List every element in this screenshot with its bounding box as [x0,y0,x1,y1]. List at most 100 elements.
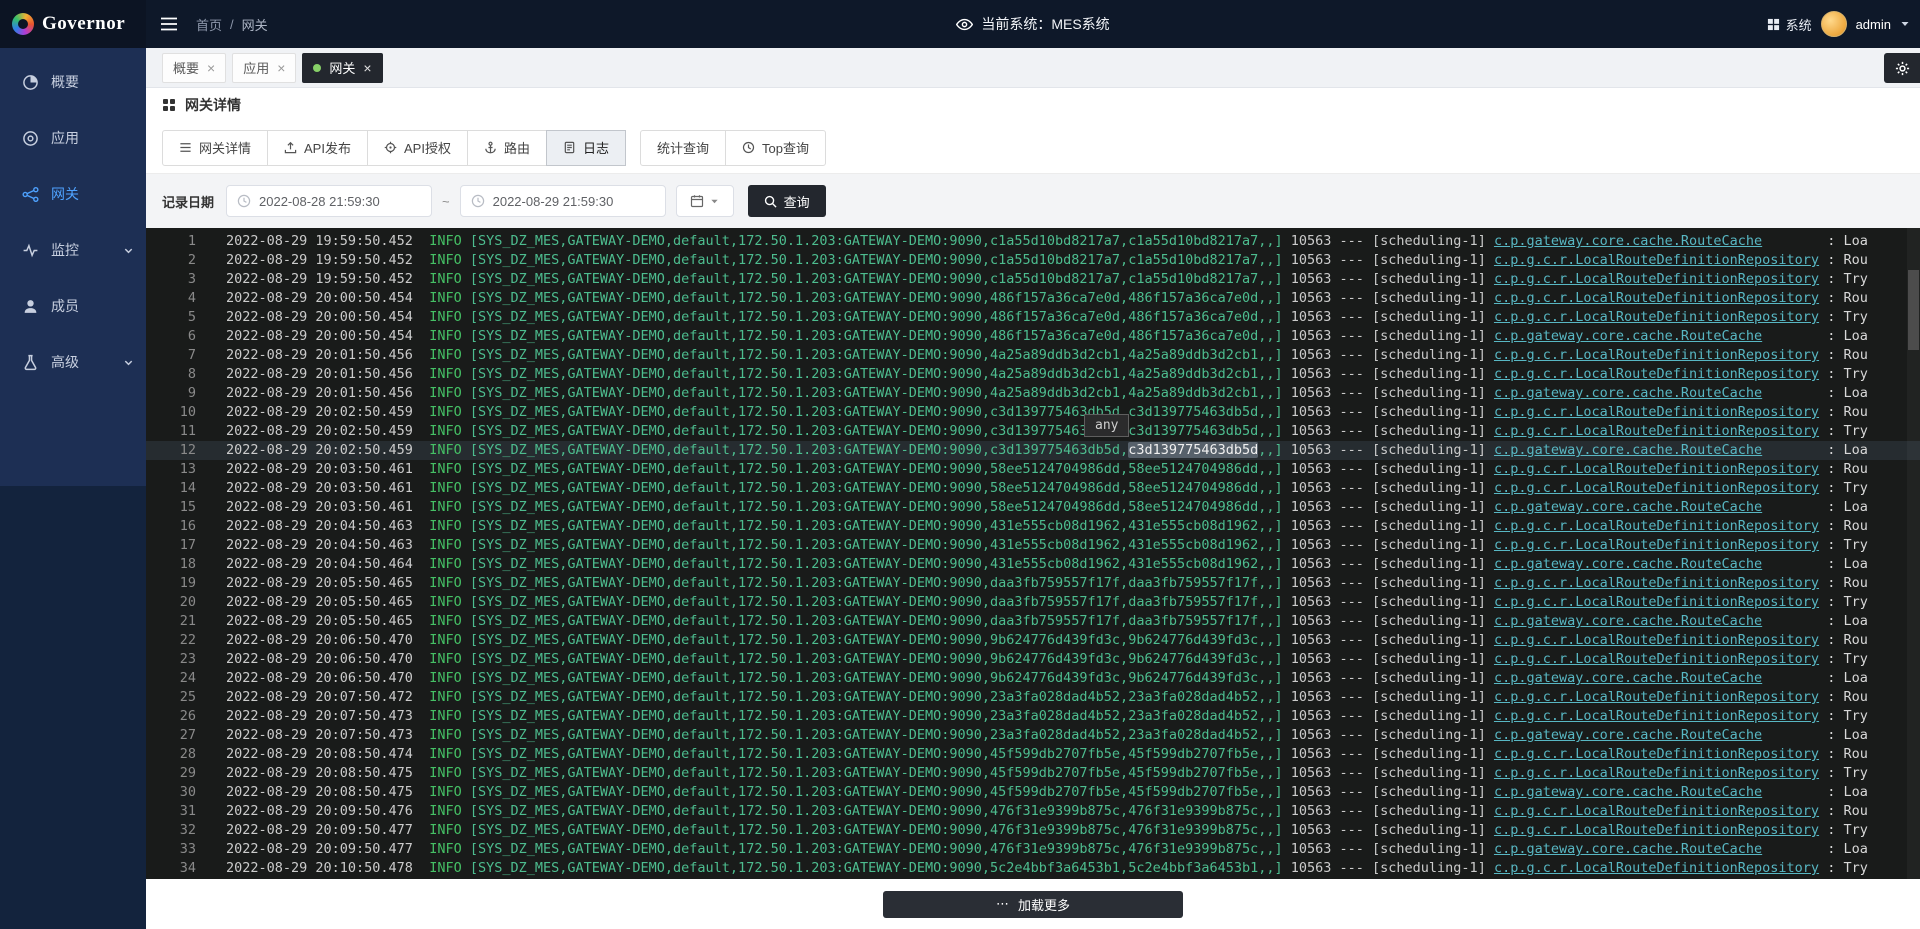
log-line[interactable]: 172022-08-29 20:04:50.463 INFO [SYS_DZ_M… [146,536,1920,555]
quick-range-dropdown[interactable] [676,185,734,217]
scrollbar-thumb[interactable] [1908,270,1919,350]
log-line[interactable]: 112022-08-29 20:02:50.459 INFO [SYS_DZ_M… [146,422,1920,441]
log-line-number[interactable]: 34 [146,859,196,878]
close-icon[interactable]: × [277,61,285,75]
log-line[interactable]: 72022-08-29 20:01:50.456 INFO [SYS_DZ_ME… [146,346,1920,365]
log-line-number[interactable]: 6 [146,327,196,346]
log-line-number[interactable]: 5 [146,308,196,327]
log-line-number[interactable]: 12 [146,441,196,460]
subtab-route[interactable]: 路由 [467,130,547,166]
log-line-number[interactable]: 10 [146,403,196,422]
load-more-button[interactable]: ⋯ 加载更多 [883,891,1183,918]
sidebar-item-monitor[interactable]: 监控 [0,222,146,278]
log-line[interactable]: 282022-08-29 20:08:50.474 INFO [SYS_DZ_M… [146,745,1920,764]
start-date-input[interactable] [226,185,432,217]
log-line-number[interactable]: 33 [146,840,196,859]
log-scrollbar[interactable] [1907,228,1920,879]
subtab-api-auth[interactable]: API授权 [367,130,468,166]
close-icon[interactable]: × [207,61,215,75]
settings-button[interactable] [1884,53,1920,83]
log-line-number[interactable]: 7 [146,346,196,365]
close-icon[interactable]: × [363,61,371,75]
subtab-top-query[interactable]: Top查询 [725,130,826,166]
log-line-number[interactable]: 18 [146,555,196,574]
log-line-number[interactable]: 27 [146,726,196,745]
log-line-number[interactable]: 26 [146,707,196,726]
subtab-log[interactable]: 日志 [546,130,626,166]
log-line-number[interactable]: 11 [146,422,196,441]
log-line[interactable]: 122022-08-29 20:02:50.459 INFO [SYS_DZ_M… [146,441,1920,460]
log-line[interactable]: 212022-08-29 20:05:50.465 INFO [SYS_DZ_M… [146,612,1920,631]
log-line-number[interactable]: 4 [146,289,196,308]
log-line-number[interactable]: 8 [146,365,196,384]
log-line[interactable]: 262022-08-29 20:07:50.473 INFO [SYS_DZ_M… [146,707,1920,726]
log-line[interactable]: 82022-08-29 20:01:50.456 INFO [SYS_DZ_ME… [146,365,1920,384]
system-switch-button[interactable]: 系统 [1767,15,1812,34]
sidebar-item-advanced[interactable]: 高级 [0,334,146,390]
subtab-stats-query[interactable]: 统计查询 [640,130,726,166]
log-line[interactable]: 252022-08-29 20:07:50.472 INFO [SYS_DZ_M… [146,688,1920,707]
search-button[interactable]: 查询 [748,185,826,217]
log-line[interactable]: 312022-08-29 20:09:50.476 INFO [SYS_DZ_M… [146,802,1920,821]
subtab-gateway-detail[interactable]: 网关详情 [162,130,268,166]
log-line[interactable]: 32022-08-29 19:59:50.452 INFO [SYS_DZ_ME… [146,270,1920,289]
log-line-number[interactable]: 20 [146,593,196,612]
log-line-number[interactable]: 9 [146,384,196,403]
subtab-api-publish[interactable]: API发布 [267,130,368,166]
menu-toggle-icon[interactable] [160,17,178,31]
log-line-number[interactable]: 30 [146,783,196,802]
log-line[interactable]: 192022-08-29 20:05:50.465 INFO [SYS_DZ_M… [146,574,1920,593]
log-line[interactable]: 22022-08-29 19:59:50.452 INFO [SYS_DZ_ME… [146,251,1920,270]
log-line-number[interactable]: 19 [146,574,196,593]
log-line[interactable]: 232022-08-29 20:06:50.470 INFO [SYS_DZ_M… [146,650,1920,669]
log-line[interactable]: 142022-08-29 20:03:50.461 INFO [SYS_DZ_M… [146,479,1920,498]
log-line-number[interactable]: 1 [146,232,196,251]
log-line-number[interactable]: 14 [146,479,196,498]
log-line[interactable]: 92022-08-29 20:01:50.456 INFO [SYS_DZ_ME… [146,384,1920,403]
log-line-number[interactable]: 24 [146,669,196,688]
log-line[interactable]: 102022-08-29 20:02:50.459 INFO [SYS_DZ_M… [146,403,1920,422]
log-line[interactable]: 332022-08-29 20:09:50.477 INFO [SYS_DZ_M… [146,840,1920,859]
log-line[interactable]: 242022-08-29 20:06:50.470 INFO [SYS_DZ_M… [146,669,1920,688]
log-line[interactable]: 42022-08-29 20:00:50.454 INFO [SYS_DZ_ME… [146,289,1920,308]
workspace-tab-gateway[interactable]: 网关× [302,53,382,83]
log-line[interactable]: 162022-08-29 20:04:50.463 INFO [SYS_DZ_M… [146,517,1920,536]
log-line-number[interactable]: 16 [146,517,196,536]
log-line-number[interactable]: 21 [146,612,196,631]
log-line[interactable]: 222022-08-29 20:06:50.470 INFO [SYS_DZ_M… [146,631,1920,650]
log-line[interactable]: 52022-08-29 20:00:50.454 INFO [SYS_DZ_ME… [146,308,1920,327]
log-line-number[interactable]: 2 [146,251,196,270]
workspace-tab-overview[interactable]: 概要× [162,53,226,83]
log-line-number[interactable]: 17 [146,536,196,555]
log-line[interactable]: 12022-08-29 19:59:50.452 INFO [SYS_DZ_ME… [146,232,1920,251]
log-line[interactable]: 292022-08-29 20:08:50.475 INFO [SYS_DZ_M… [146,764,1920,783]
log-line-number[interactable]: 29 [146,764,196,783]
log-line[interactable]: 272022-08-29 20:07:50.473 INFO [SYS_DZ_M… [146,726,1920,745]
log-line[interactable]: 322022-08-29 20:09:50.477 INFO [SYS_DZ_M… [146,821,1920,840]
chevron-down-icon[interactable] [1900,19,1910,29]
log-line-number[interactable]: 32 [146,821,196,840]
log-line-number[interactable]: 25 [146,688,196,707]
log-line-number[interactable]: 31 [146,802,196,821]
breadcrumb-home[interactable]: 首页 [196,15,222,34]
log-line[interactable]: 342022-08-29 20:10:50.478 INFO [SYS_DZ_M… [146,859,1920,878]
log-line[interactable]: 202022-08-29 20:05:50.465 INFO [SYS_DZ_M… [146,593,1920,612]
username[interactable]: admin [1856,17,1891,32]
sidebar-item-overview[interactable]: 概要 [0,54,146,110]
sidebar-item-members[interactable]: 成员 [0,278,146,334]
avatar[interactable] [1821,11,1847,37]
start-date-value[interactable] [259,194,421,209]
log-line[interactable]: 62022-08-29 20:00:50.454 INFO [SYS_DZ_ME… [146,327,1920,346]
log-line[interactable]: 182022-08-29 20:04:50.464 INFO [SYS_DZ_M… [146,555,1920,574]
sidebar-item-gateway[interactable]: 网关 [0,166,146,222]
log-line-number[interactable]: 15 [146,498,196,517]
sidebar-item-apps[interactable]: 应用 [0,110,146,166]
log-line[interactable]: 302022-08-29 20:08:50.475 INFO [SYS_DZ_M… [146,783,1920,802]
log-line[interactable]: 132022-08-29 20:03:50.461 INFO [SYS_DZ_M… [146,460,1920,479]
log-line-number[interactable]: 22 [146,631,196,650]
end-date-input[interactable] [460,185,666,217]
log-line-number[interactable]: 3 [146,270,196,289]
log-line-number[interactable]: 13 [146,460,196,479]
log-line-number[interactable]: 28 [146,745,196,764]
workspace-tab-apps[interactable]: 应用× [232,53,296,83]
